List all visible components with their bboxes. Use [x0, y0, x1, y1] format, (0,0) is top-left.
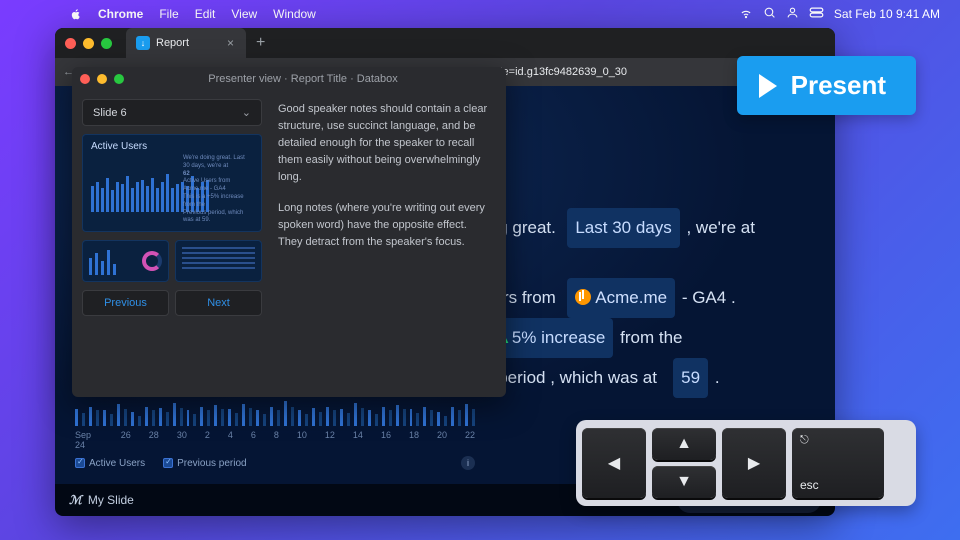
- menubar-app-name[interactable]: Chrome: [98, 7, 143, 21]
- slide-select-dropdown[interactable]: Slide 6 ⌄: [82, 99, 262, 126]
- speaker-notes: Good speaker notes should contain a clea…: [272, 91, 506, 397]
- tab-title: Report: [156, 37, 189, 49]
- slide-text-frag: .: [731, 288, 736, 307]
- ga-icon: [575, 289, 591, 305]
- next-slide-button[interactable]: Next: [175, 290, 262, 316]
- browser-tabstrip: ↓ Report × +: [55, 28, 835, 58]
- apple-logo-icon: [70, 8, 82, 20]
- key-right-arrow[interactable]: ▶: [722, 428, 786, 498]
- presenter-window-title: Presenter view · Report Title · Databox: [108, 73, 498, 85]
- tab-favicon-icon: ↓: [136, 36, 150, 50]
- down-arrow-icon: ▼: [676, 473, 692, 491]
- fullscreen-window-icon[interactable]: [101, 38, 112, 49]
- menubar-item-window[interactable]: Window: [273, 7, 316, 21]
- legend-active-users[interactable]: Active Users: [75, 458, 145, 469]
- slide-text-frag: .: [715, 368, 720, 387]
- minimize-icon[interactable]: [97, 74, 107, 84]
- right-arrow-icon: ▶: [748, 453, 760, 473]
- user-icon[interactable]: [786, 6, 799, 22]
- present-button-label: Present: [791, 70, 886, 101]
- menubar-item-file[interactable]: File: [159, 7, 178, 21]
- slide-text-frag: , which was at: [550, 368, 657, 387]
- menubar-clock[interactable]: Sat Feb 10 9:41 AM: [834, 7, 940, 21]
- wifi-icon[interactable]: [739, 6, 753, 23]
- speaker-notes-para: Long notes (where you're writing out eve…: [278, 200, 492, 251]
- chart-x-ticks: Sep 24262830246810121416182022: [75, 430, 475, 450]
- up-arrow-icon: ▲: [676, 435, 692, 453]
- presenter-view-window: Presenter view · Report Title · Databox …: [72, 67, 506, 397]
- address-bar-fragment[interactable]: ide=id.g13fc9482639_0_30: [494, 66, 627, 78]
- legend-previous-period[interactable]: Previous period: [163, 458, 246, 469]
- left-arrow-icon: ◀: [608, 453, 620, 473]
- window-controls[interactable]: [65, 38, 112, 49]
- chart-bars: [75, 400, 475, 426]
- chevron-down-icon: ⌄: [242, 106, 251, 119]
- escape-icon: ⎋: [800, 434, 809, 447]
- new-tab-button[interactable]: +: [256, 34, 265, 52]
- close-tab-icon[interactable]: ×: [227, 36, 234, 50]
- current-slide-thumbnail[interactable]: Active Users We're doing great. Last 30 …: [82, 134, 262, 232]
- slide-name-label: My Slide: [88, 493, 134, 507]
- next-slide-thumbnail[interactable]: [175, 240, 262, 282]
- browser-tab[interactable]: ↓ Report ×: [126, 28, 246, 58]
- keyboard-overlay: ◀ ▲ ▼ ▶ ⎋ esc: [576, 420, 916, 506]
- slide-text-frag: , we're at: [686, 218, 754, 237]
- prev-slide-thumbnail[interactable]: [82, 240, 169, 282]
- key-down-arrow[interactable]: ▼: [652, 466, 716, 498]
- macos-menubar: Chrome File Edit View Window Sat Feb 10 …: [0, 0, 960, 28]
- close-icon[interactable]: [80, 74, 90, 84]
- control-center-icon[interactable]: [809, 6, 824, 22]
- key-escape[interactable]: ⎋ esc: [792, 428, 884, 498]
- previous-slide-button[interactable]: Previous: [82, 290, 169, 316]
- brand-logo-icon: ℳ: [69, 493, 82, 507]
- minimize-window-icon[interactable]: [83, 38, 94, 49]
- info-icon[interactable]: i: [461, 456, 475, 470]
- thumb-title: Active Users: [91, 141, 253, 152]
- token-prev-value[interactable]: 59: [673, 358, 708, 398]
- key-left-arrow[interactable]: ◀: [582, 428, 646, 498]
- slide-body-text: ing great. Last 30 days , we're at sers …: [485, 208, 805, 398]
- slide-chart: Sep 24262830246810121416182022 Active Us…: [75, 400, 475, 470]
- token-data-source[interactable]: Acme.me: [567, 278, 675, 318]
- present-button[interactable]: Present: [737, 56, 916, 115]
- close-window-icon[interactable]: [65, 38, 76, 49]
- brand-label: ℳ My Slide: [69, 493, 134, 507]
- key-escape-label: esc: [800, 478, 819, 492]
- menubar-item-view[interactable]: View: [231, 7, 257, 21]
- thumb-stats: We're doing great. Last 30 days, we're a…: [183, 155, 253, 225]
- slide-text-frag: from the: [620, 328, 682, 347]
- search-icon[interactable]: [763, 6, 776, 22]
- play-icon: [759, 74, 777, 98]
- key-up-arrow[interactable]: ▲: [652, 428, 716, 460]
- slide-select-value: Slide 6: [93, 107, 127, 119]
- slide-text-frag: - GA4: [677, 288, 726, 307]
- menubar-item-edit[interactable]: Edit: [195, 7, 216, 21]
- donut-icon: [142, 251, 162, 271]
- token-date-range[interactable]: Last 30 days: [567, 208, 679, 248]
- speaker-notes-para: Good speaker notes should contain a clea…: [278, 101, 492, 186]
